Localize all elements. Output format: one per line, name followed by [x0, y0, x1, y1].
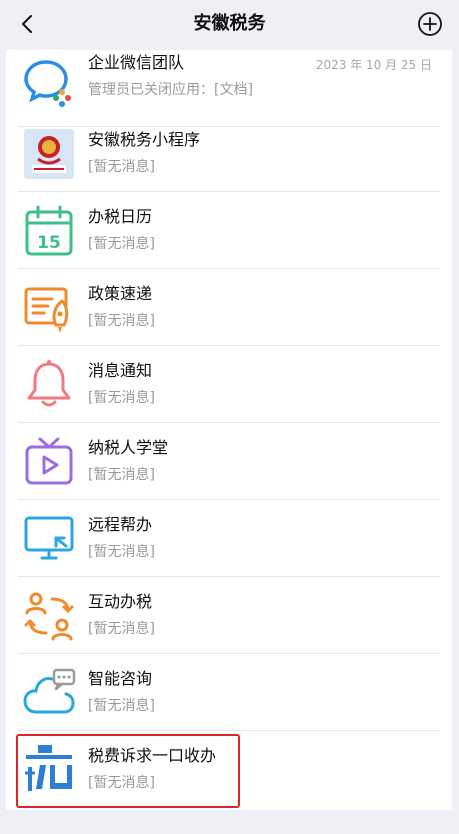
list-item-tax-calendar[interactable]: 15 办税日历 [暂无消息]	[6, 192, 452, 269]
calendar-icon: 15	[22, 204, 76, 258]
header-bar: 安徽税务	[0, 0, 459, 50]
item-subtitle: [暂无消息]	[88, 621, 155, 637]
item-subtitle: 管理员已关闭应用：[文档]	[88, 82, 253, 98]
item-subtitle: [暂无消息]	[88, 775, 155, 791]
app-list: 企业微信团队 管理员已关闭应用：[文档] 2023 年 10 月 25 日 安徽…	[6, 50, 452, 810]
item-title: 办税日历	[88, 207, 153, 226]
tax-emblem-icon	[22, 127, 76, 181]
item-title: 税费诉求一口收办	[88, 746, 217, 765]
item-title: 安徽税务小程序	[88, 130, 201, 149]
list-item-policy-express[interactable]: 政策速递 [暂无消息]	[6, 269, 452, 346]
add-button[interactable]	[417, 11, 443, 37]
list-item-tax-miniprogram[interactable]: 安徽税务小程序 [暂无消息]	[6, 115, 452, 192]
shui-logo-icon	[22, 743, 76, 797]
item-date: 2023 年 10 月 25 日	[315, 58, 432, 72]
list-item-tax-appeal[interactable]: 税费诉求一口收办 [暂无消息]	[6, 731, 452, 808]
item-title: 纳税人学堂	[88, 438, 169, 457]
svg-text:15: 15	[37, 233, 61, 253]
item-title: 远程帮办	[88, 515, 153, 534]
list-item-interactive-tax[interactable]: 互动办税 [暂无消息]	[6, 577, 452, 654]
item-title: 智能咨询	[88, 669, 153, 688]
wecom-chat-icon	[22, 54, 76, 108]
tv-play-icon	[22, 435, 76, 489]
page-title: 安徽税务	[193, 13, 266, 34]
item-subtitle: [暂无消息]	[88, 544, 155, 560]
item-subtitle: [暂无消息]	[88, 390, 155, 406]
cloud-chat-icon	[22, 666, 76, 720]
list-item-smart-consult[interactable]: 智能咨询 [暂无消息]	[6, 654, 452, 731]
bell-icon	[22, 358, 76, 412]
item-subtitle: [暂无消息]	[88, 236, 155, 252]
monitor-cursor-icon	[22, 512, 76, 566]
users-exchange-icon	[22, 589, 76, 643]
item-title: 消息通知	[88, 361, 153, 380]
document-rocket-icon	[22, 281, 76, 335]
list-item-taxpayer-school[interactable]: 纳税人学堂 [暂无消息]	[6, 423, 452, 500]
item-subtitle: [暂无消息]	[88, 467, 155, 483]
item-subtitle: [暂无消息]	[88, 159, 155, 175]
list-item-notifications[interactable]: 消息通知 [暂无消息]	[6, 346, 452, 423]
item-subtitle: [暂无消息]	[88, 313, 155, 329]
item-subtitle: [暂无消息]	[88, 698, 155, 714]
item-title: 互动办税	[88, 592, 153, 611]
item-title: 政策速递	[88, 284, 153, 303]
plus-circle-icon	[418, 12, 442, 36]
list-item-remote-assist[interactable]: 远程帮办 [暂无消息]	[6, 500, 452, 577]
item-title: 企业微信团队	[88, 53, 185, 72]
